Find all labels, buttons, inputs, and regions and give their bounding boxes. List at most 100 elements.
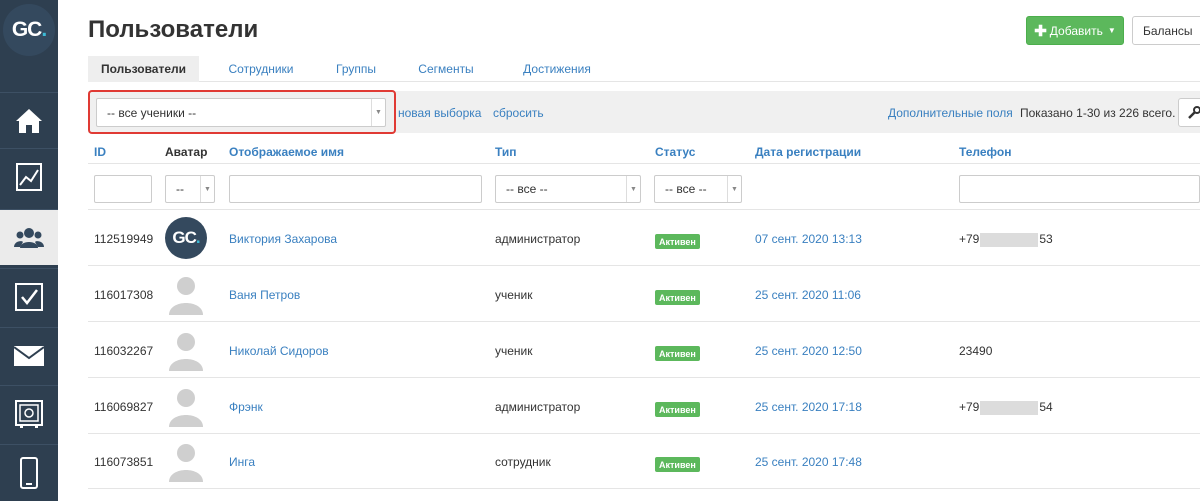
date-link[interactable]: 07 сент. 2020 13:13 [755, 232, 862, 246]
status-badge: Активен [655, 234, 700, 249]
chart-icon [16, 162, 42, 191]
tab-segments[interactable]: Сегменты [406, 56, 486, 82]
type-filter-select[interactable]: -- все -- ▼ [495, 175, 641, 203]
phone-suffix: 53 [1039, 232, 1053, 246]
name-link[interactable]: Инга [229, 455, 255, 469]
column-status[interactable]: Статус [655, 145, 695, 159]
phone-prefix: +79 [959, 400, 980, 414]
status-filter-select[interactable]: -- все -- ▼ [654, 175, 742, 203]
extra-fields-link[interactable]: Дополнительные поля [888, 106, 1013, 120]
users-icon [14, 227, 44, 248]
status-filter-value: -- все -- [665, 182, 707, 196]
divider [88, 163, 1200, 164]
sidebar-item-users[interactable] [0, 209, 58, 265]
column-name[interactable]: Отображаемое имя [229, 145, 344, 159]
type-cell: администратор [495, 232, 581, 246]
phone-redaction [980, 400, 1039, 415]
phone-prefix: +79 [959, 232, 980, 246]
type-cell: ученик [495, 288, 533, 302]
name-link[interactable]: Фрэнк [229, 400, 263, 414]
add-button[interactable]: ✚ Добавить ▼ [1026, 16, 1124, 45]
balances-button[interactable]: Балансы [1132, 16, 1200, 45]
type-cell: ученик [495, 344, 533, 358]
sidebar-item-mobile[interactable] [0, 444, 58, 500]
default-avatar-icon[interactable] [165, 329, 207, 371]
sidebar: GC. [0, 0, 58, 501]
mobile-icon [20, 456, 38, 489]
chevron-down-icon: ▼ [626, 176, 640, 202]
results-count: Показано 1-30 из 226 всего. [1020, 106, 1176, 120]
id-cell: 112519949 [94, 232, 154, 246]
phone-filter-input[interactable] [959, 175, 1200, 203]
column-id[interactable]: ID [94, 145, 106, 159]
type-cell: администратор [495, 400, 581, 414]
tab-users[interactable]: Пользователи [88, 56, 199, 82]
column-type[interactable]: Тип [495, 145, 517, 159]
date-link[interactable]: 25 сент. 2020 17:48 [755, 455, 862, 469]
tabs: Пользователи Сотрудники Группы Сегменты … [88, 56, 1200, 82]
phone-cell: +79 54 [959, 400, 1053, 415]
avatar-filter-select[interactable]: -- ▼ [165, 175, 215, 203]
reset-link[interactable]: сбросить [493, 106, 544, 120]
safe-icon [15, 399, 43, 428]
avatar[interactable]: GC. [165, 217, 207, 259]
default-avatar-icon[interactable] [165, 273, 207, 315]
wrench-icon [1188, 105, 1200, 119]
column-phone[interactable]: Телефон [959, 145, 1011, 159]
id-cell: 116032267 [94, 344, 154, 358]
name-link[interactable]: Николай Сидоров [229, 344, 329, 358]
sidebar-item-analytics[interactable] [0, 148, 58, 204]
plus-icon: ✚ [1034, 22, 1047, 40]
sidebar-item-safe[interactable] [0, 385, 58, 441]
default-avatar-icon[interactable] [165, 385, 207, 427]
home-icon [16, 108, 42, 133]
sidebar-item-messages[interactable] [0, 327, 58, 383]
id-filter-input[interactable] [94, 175, 152, 203]
date-link[interactable]: 25 сент. 2020 11:06 [755, 288, 861, 302]
chevron-down-icon: ▼ [727, 176, 741, 202]
logo[interactable]: GC. [0, 0, 58, 60]
sidebar-item-tasks[interactable] [0, 268, 58, 324]
name-link[interactable]: Ваня Петров [229, 288, 300, 302]
table-row[interactable]: 116069827 Фрэнк администратор Активен 25 сен… [88, 378, 1200, 434]
caret-down-icon: ▼ [1107, 26, 1116, 35]
phone-redaction [980, 232, 1039, 247]
table-row[interactable]: 116073851 Инга сотрудник Активен 25 сент. 20… [88, 433, 1200, 489]
status-badge: Активен [655, 457, 700, 472]
checkbox-icon [15, 282, 43, 311]
date-link[interactable]: 25 сент. 2020 12:50 [755, 344, 862, 358]
phone-prefix: 23490 [959, 344, 993, 358]
table-row[interactable]: 116032267 Николай Сидоров ученик Активен 25 … [88, 322, 1200, 378]
id-cell: 116073851 [94, 455, 154, 469]
phone-suffix: 54 [1039, 400, 1053, 414]
name-filter-input[interactable] [229, 175, 482, 203]
column-avatar: Аватар [165, 145, 208, 159]
name-link[interactable]: Виктория Захарова [229, 232, 337, 246]
status-badge: Активен [655, 402, 700, 417]
type-cell: сотрудник [495, 455, 551, 469]
sidebar-item-home[interactable] [0, 92, 58, 148]
highlight-frame [88, 90, 396, 134]
table-row[interactable]: 112519949 GC. Виктория Захарова администрат… [88, 210, 1200, 266]
date-link[interactable]: 25 сент. 2020 17:18 [755, 400, 862, 414]
logo-icon: GC. [3, 4, 55, 56]
default-avatar-icon[interactable] [165, 440, 207, 482]
status-badge: Активен [655, 290, 700, 305]
column-date[interactable]: Дата регистрации [755, 145, 861, 159]
phone-cell: +79 53 [959, 232, 1053, 247]
page-title: Пользователи [88, 16, 259, 43]
tab-achievements[interactable]: Достижения [505, 56, 609, 82]
id-cell: 116069827 [94, 400, 154, 414]
type-filter-value: -- все -- [506, 182, 548, 196]
settings-button[interactable] [1178, 98, 1200, 127]
tab-groups[interactable]: Группы [323, 56, 389, 82]
avatar-filter-value: -- [176, 182, 184, 196]
status-badge: Активен [655, 346, 700, 361]
table-row[interactable]: 116017308 Ваня Петров ученик Активен 25 сент… [88, 266, 1200, 322]
chevron-down-icon: ▼ [200, 176, 214, 202]
tab-employees[interactable]: Сотрудники [216, 56, 306, 82]
new-selection-link[interactable]: новая выборка [398, 106, 481, 120]
id-cell: 116017308 [94, 288, 154, 302]
add-button-label: Добавить [1049, 23, 1103, 38]
phone-cell: 23490 [959, 344, 992, 358]
